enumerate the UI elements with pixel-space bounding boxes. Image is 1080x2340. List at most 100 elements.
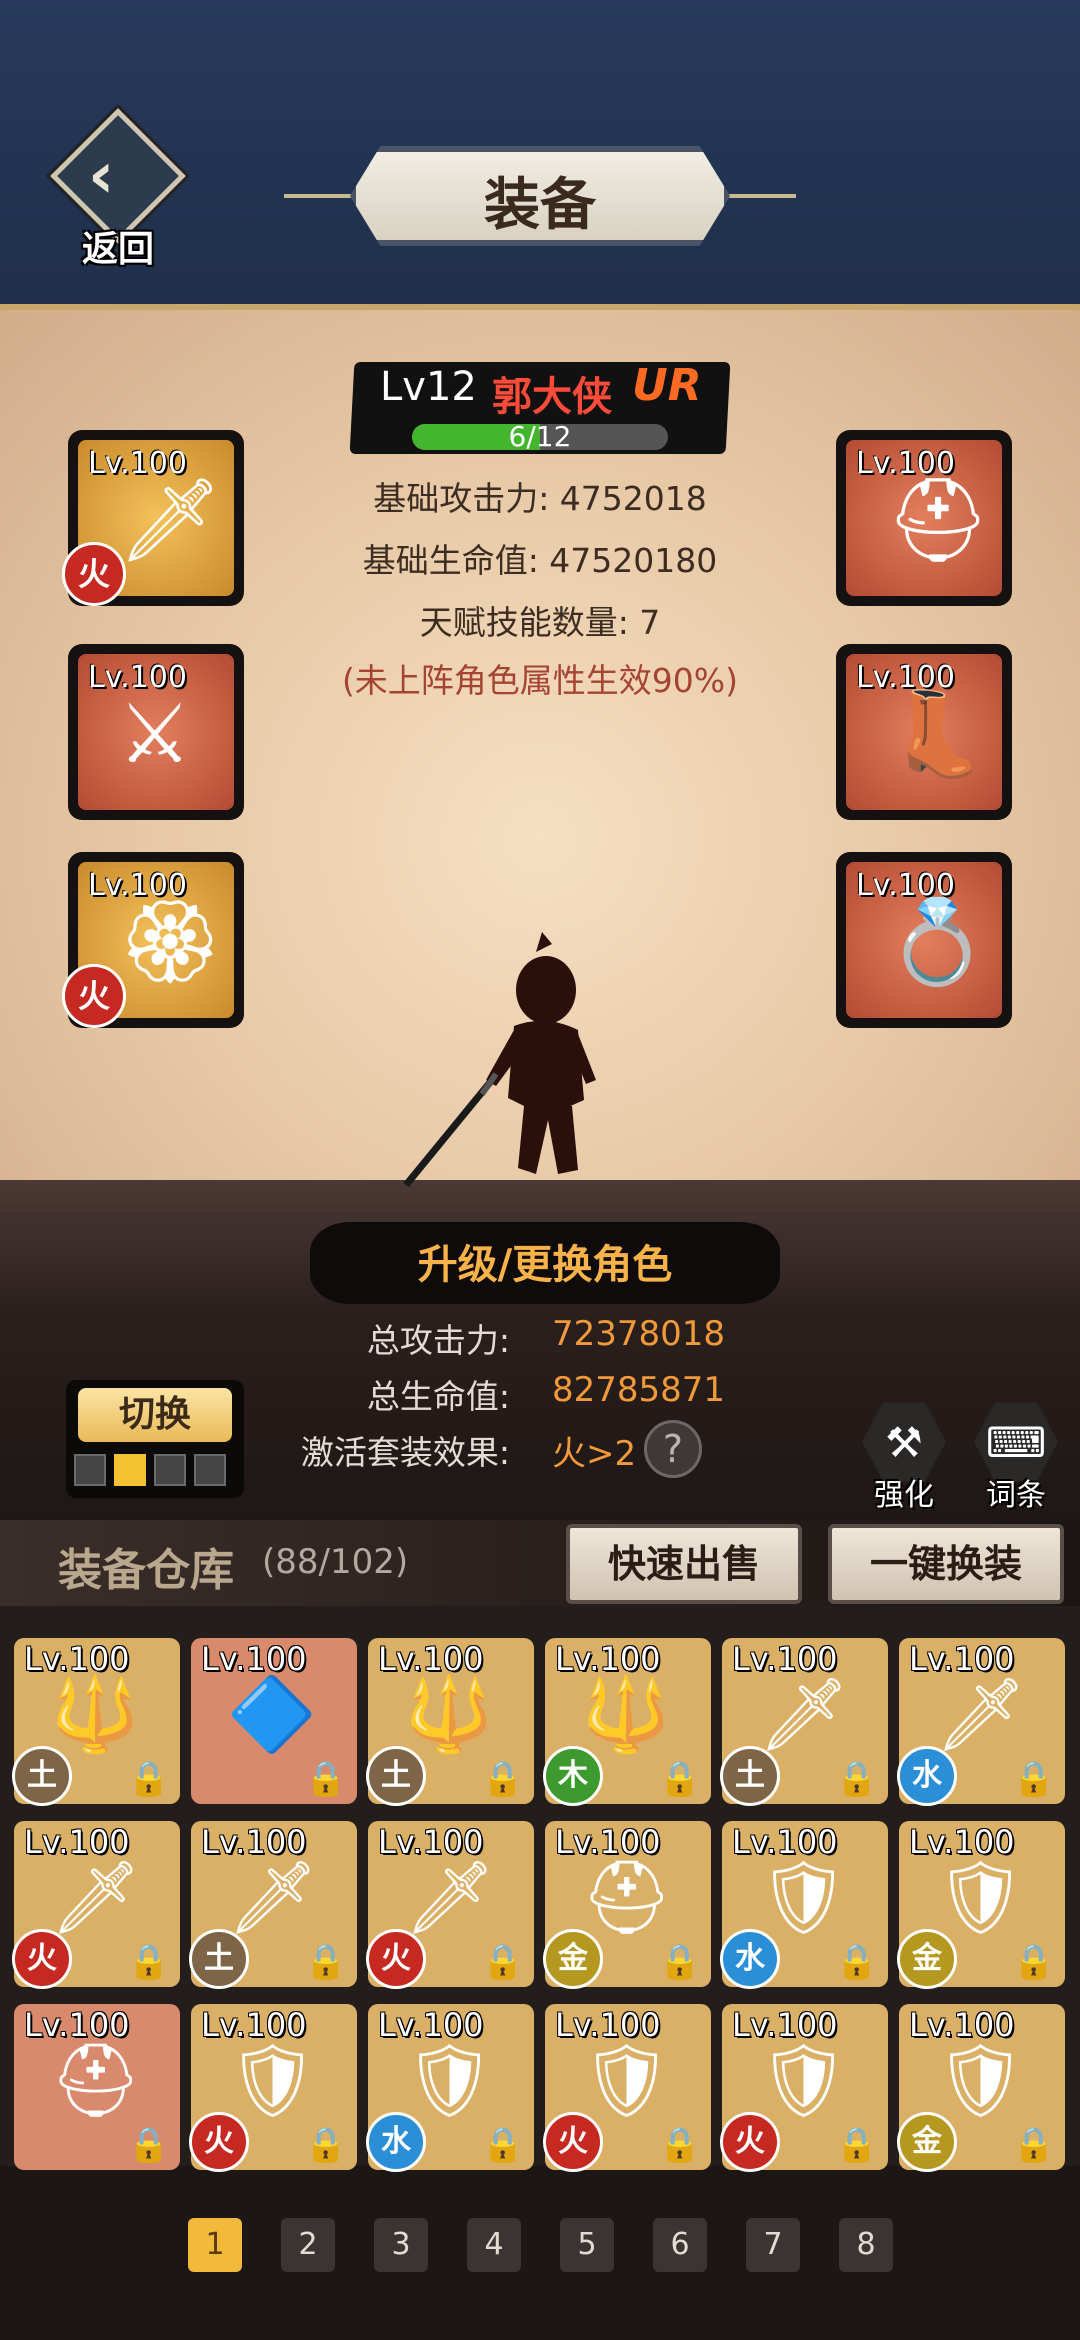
inventory-item[interactable]: Lv.100 🛡 🔒 水 <box>366 2004 534 2172</box>
lock-icon: 🔒 <box>127 1942 170 1982</box>
one-click-equip-button[interactable]: 一键换装 <box>828 1524 1064 1604</box>
base-attack: 基础攻击力: 4752018 <box>373 479 707 518</box>
page-button[interactable]: 1 <box>188 2218 242 2272</box>
inventory-item[interactable]: Lv.100 ⛑ 🔒 <box>14 2004 180 2170</box>
pagination: 12345678 <box>0 2200 1080 2290</box>
inventory-item[interactable]: Lv.100 🛡 🔒 火 <box>720 2004 888 2172</box>
inventory-item[interactable]: Lv.100 🗡 🔒 水 <box>897 1638 1065 1806</box>
upgrade-label[interactable]: 升级/更换角色 <box>310 1232 780 1290</box>
inventory-item[interactable]: Lv.100 🛡 🔒 火 <box>543 2004 711 2172</box>
page-button[interactable]: 3 <box>374 2218 428 2272</box>
equip-slot[interactable]: Lv.100 👢 <box>836 644 1012 820</box>
back-button[interactable]: ‹ 返回 <box>48 108 188 270</box>
inventory-item[interactable]: Lv.100 ⛑ 🔒 金 <box>543 1821 711 1989</box>
lock-icon: 🔒 <box>304 1759 347 1799</box>
inventory-grid: Lv.100 🔱 🔒 土 Lv.100 🔷 🔒 Lv.100 🔱 🔒 土 Lv.100 🔱 🔒 木 Lv.10… <box>0 1606 1080 2172</box>
set-effect-value: 火>2 <box>552 1434 637 1474</box>
lock-icon: 🔒 <box>481 1942 524 1982</box>
strengthen-label: 强化 <box>874 1478 934 1513</box>
help-icon[interactable]: ? <box>644 1420 702 1478</box>
lock-icon: 🔒 <box>835 1759 878 1799</box>
boots-icon: 👢 <box>886 687 989 782</box>
lock-icon: 🔒 <box>481 2125 524 2165</box>
equip-slot-frame: Lv.100 👢 <box>846 654 1002 810</box>
equip-slot-frame: Lv.100 ⛑ <box>846 440 1002 596</box>
switch-page-dot[interactable] <box>194 1454 226 1486</box>
talent-count: 天赋技能数量: 7 <box>419 603 661 642</box>
page-button[interactable]: 4 <box>467 2218 521 2272</box>
page-title: 装备 <box>484 172 596 238</box>
page-button[interactable]: 2 <box>281 2218 335 2272</box>
element-badge: 水 <box>897 1746 957 1806</box>
purple-blade-icon: 🗡 <box>935 1672 1027 1756</box>
lock-icon: 🔒 <box>658 1759 701 1799</box>
equip-slot[interactable]: Lv.100 ⚔ <box>68 644 244 820</box>
element-badge: 火 <box>189 2112 249 2172</box>
element-badge: 木 <box>543 1746 603 1806</box>
lock-icon: 🔒 <box>304 2125 347 2165</box>
steel-armor-icon: 🛡 <box>935 1855 1027 1939</box>
crystal-dagger-icon: 🔷 <box>227 1672 317 1756</box>
inventory-item[interactable]: Lv.100 🗡 🔒 土 <box>720 1638 888 1806</box>
inventory-item[interactable]: Lv.100 🔱 🔒 土 <box>12 1638 180 1806</box>
dark-armor-icon: 🛡 <box>581 2038 673 2122</box>
page-button[interactable]: 6 <box>653 2218 707 2272</box>
header-bar: ‹ 返回 装备 <box>0 0 1080 310</box>
back-label: 返回 <box>81 229 154 270</box>
element-badge: 火 <box>366 1929 426 1989</box>
dark-armor-icon: 🛡 <box>935 2038 1027 2122</box>
equip-slot[interactable]: Lv.100 💍 <box>836 852 1012 1028</box>
switch-button[interactable]: 切换 <box>78 1388 232 1442</box>
element-badge: 水 <box>366 2112 426 2172</box>
helmet-icon: ⛑ <box>886 473 991 568</box>
shield-blade-icon: ⚔ <box>118 687 192 782</box>
red-armor-icon: 🛡 <box>758 2038 850 2122</box>
inventory-item[interactable]: Lv.100 🛡 🔒 水 <box>720 1821 888 1989</box>
inventory-item[interactable]: Lv.100 🛡 🔒 金 <box>897 2004 1065 2172</box>
page-button[interactable]: 8 <box>839 2218 893 2272</box>
page-button[interactable]: 5 <box>560 2218 614 2272</box>
purple-blade-icon: 🗡 <box>404 1855 496 1939</box>
element-badge: 土 <box>189 1929 249 1989</box>
equip-slot-frame: Lv.100 ⚔ <box>78 654 234 810</box>
switch-page-dot[interactable] <box>74 1454 106 1486</box>
total-hp-value: 82785871 <box>552 1370 726 1410</box>
inventory-item[interactable]: Lv.100 🗡 🔒 火 <box>366 1821 534 1989</box>
green-armor-icon: 🛡 <box>227 2038 319 2122</box>
lock-icon: 🔒 <box>481 1759 524 1799</box>
switch-page-dot[interactable] <box>154 1454 186 1486</box>
lock-icon: 🔒 <box>1012 1759 1055 1799</box>
element-badge: 金 <box>897 1929 957 1989</box>
element-badge: 金 <box>897 2112 957 2172</box>
lock-icon: 🔒 <box>127 1759 170 1799</box>
strengthen-button[interactable]: ⚒ 强化 <box>862 1400 946 1513</box>
quick-sell-button[interactable]: 快速出售 <box>566 1524 802 1604</box>
inventory-item[interactable]: Lv.100 🗡 🔒 土 <box>189 1821 357 1989</box>
affix-button[interactable]: ⌨ 词条 <box>974 1400 1058 1513</box>
title-wing-right <box>726 194 796 198</box>
element-badge: 土 <box>366 1746 426 1806</box>
inventory-item[interactable]: Lv.100 🔱 🔒 土 <box>366 1638 534 1806</box>
element-badge: 火 <box>543 2112 603 2172</box>
inventory-item[interactable]: Lv.100 🔷 🔒 <box>191 1638 357 1804</box>
golden-blade-icon: 🗡 <box>227 1855 319 1939</box>
inventory-item[interactable]: Lv.100 🛡 🔒 金 <box>897 1821 1065 1989</box>
inventory-item[interactable]: Lv.100 🔱 🔒 木 <box>543 1638 711 1806</box>
lock-icon: 🔒 <box>304 1942 347 1982</box>
element-badge: 金 <box>543 1929 603 1989</box>
equip-slot[interactable]: Lv.100 🗡 火 <box>62 430 244 606</box>
page-button[interactable]: 7 <box>746 2218 800 2272</box>
switch-page-dot-active[interactable] <box>114 1454 146 1486</box>
element-badge: 火 <box>12 1929 72 1989</box>
inventory-item[interactable]: Lv.100 🛡 🔒 火 <box>189 2004 357 2172</box>
golden-blade-icon: 🗡 <box>50 1855 142 1939</box>
element-badge: 火 <box>62 542 126 606</box>
element-badge: 土 <box>720 1746 780 1806</box>
chevron-left-icon: ‹ <box>88 139 115 213</box>
equip-slot[interactable]: Lv.100 🏵 火 <box>62 852 244 1028</box>
sword-icon: 🗡 <box>118 473 223 568</box>
lock-icon: 🔒 <box>658 2125 701 2165</box>
equip-slot[interactable]: Lv.100 ⛑ <box>836 430 1012 606</box>
inventory-item[interactable]: Lv.100 🗡 🔒 火 <box>12 1821 180 1989</box>
green-armor-icon: 🛡 <box>404 2038 496 2122</box>
